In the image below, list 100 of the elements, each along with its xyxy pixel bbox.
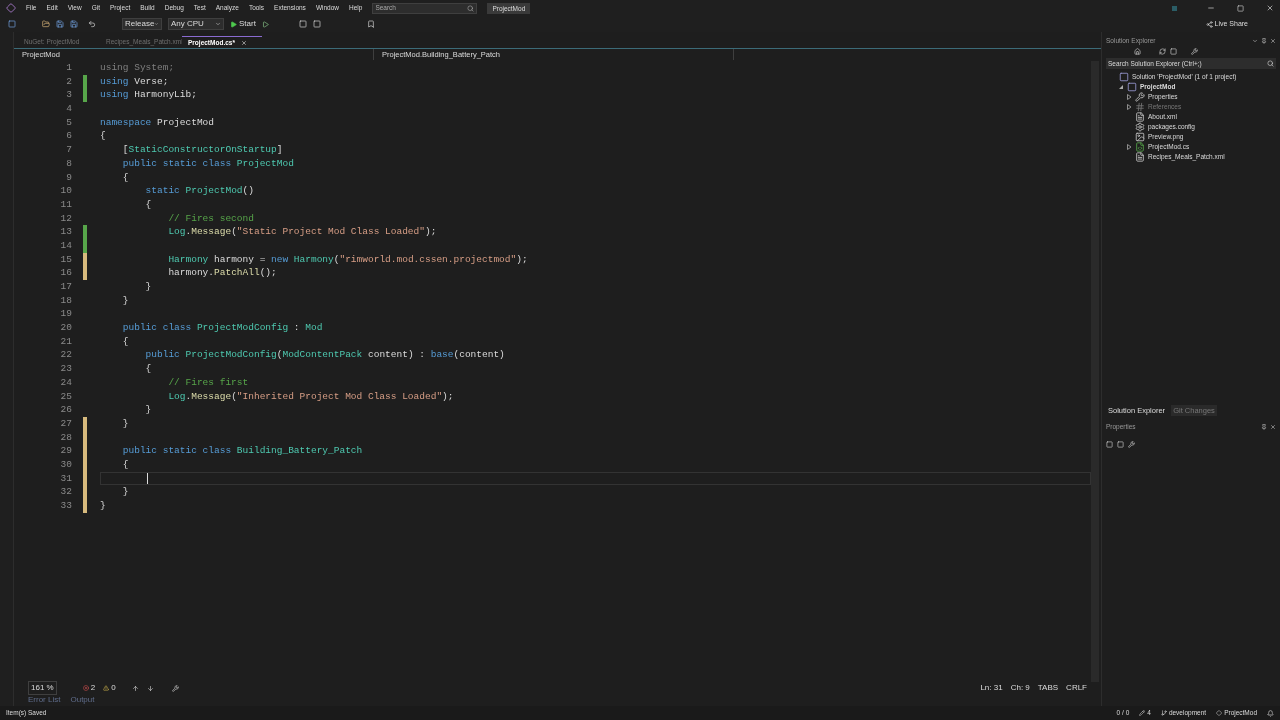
repository-icon [1216, 710, 1223, 716]
code-token: () [242, 184, 254, 198]
line-indicator[interactable]: Ln: 31 [980, 682, 1003, 694]
warning-icon [103, 685, 110, 691]
code-token: ); [425, 225, 437, 239]
home-icon[interactable] [1134, 48, 1141, 55]
line-number: 5 [66, 115, 72, 130]
wrench-icon [1135, 92, 1145, 102]
branch-icon [1160, 710, 1167, 716]
code-token: ModContentPack [282, 348, 363, 363]
line-number: 19 [60, 307, 72, 322]
save-icon[interactable] [56, 20, 64, 28]
line-number: 30 [60, 457, 72, 472]
code-token: public class [121, 321, 192, 335]
close-icon[interactable] [1270, 424, 1276, 430]
code-token: ] [276, 143, 283, 157]
line-number: 6 [66, 129, 72, 144]
save-all-icon[interactable] [70, 20, 78, 28]
code-token: PatchAll [214, 266, 260, 280]
code-token: } [144, 280, 152, 294]
line-ending-indicator[interactable]: CRLF [1066, 682, 1087, 694]
indent-indicator[interactable]: TABS [1037, 682, 1059, 694]
line-number: 4 [66, 102, 72, 116]
platform-dropdown[interactable]: Any CPU [168, 18, 224, 30]
code-token: "rimworld.mod.cssen.projectmod" [339, 252, 517, 267]
arrow-up-icon[interactable] [131, 684, 139, 692]
search-icon [467, 4, 475, 12]
undo-icon[interactable] [88, 20, 96, 28]
line-number: 31 [60, 471, 72, 486]
app-logo-icon [6, 3, 16, 13]
project-icon [1127, 82, 1137, 92]
bookmark-icon[interactable] [366, 20, 375, 28]
collapsed-arrow-icon[interactable] [1126, 94, 1132, 100]
code-token: { [100, 129, 106, 144]
start-button[interactable]: Start [230, 18, 256, 30]
code-token: . [185, 389, 192, 404]
code-token: { [144, 362, 152, 376]
file-icon [1135, 112, 1145, 122]
run-without-debug-icon[interactable] [261, 20, 269, 28]
warning-count[interactable]: 0 [111, 682, 116, 694]
code-token: Building_Battery_Patch [235, 444, 363, 458]
dropdown-icon[interactable] [1252, 37, 1258, 44]
caret-icon [154, 21, 159, 27]
image-file-icon [1135, 132, 1145, 142]
code-token: Message [191, 225, 232, 239]
close-icon[interactable] [1270, 37, 1276, 44]
code-token: harmony. [167, 266, 215, 280]
code-token: Log [167, 389, 186, 404]
notification-icon[interactable] [1267, 709, 1274, 717]
code-token: { [121, 334, 129, 349]
code-token: ( [231, 225, 237, 239]
code-token: Verse; [133, 74, 169, 89]
line-number: 28 [60, 430, 72, 445]
code-token: ); [442, 389, 454, 404]
code-token: namespace [100, 115, 152, 130]
code-token: using [100, 74, 129, 89]
line-number: 2 [66, 74, 72, 89]
column-indicator[interactable]: Ch: 9 [1010, 682, 1030, 694]
line-number: 33 [60, 499, 72, 513]
minimize-icon[interactable] [1207, 4, 1215, 12]
line-number: 3 [66, 88, 72, 103]
close-tab-icon[interactable] [240, 39, 247, 46]
close-icon[interactable] [1266, 4, 1274, 12]
pin-icon[interactable] [1261, 424, 1267, 430]
code-token: } [121, 416, 129, 431]
line-number: 1 [66, 61, 72, 75]
code-token: Harmony [167, 252, 209, 267]
zoom-dropdown[interactable]: 161 % [28, 681, 57, 695]
line-number: 23 [60, 362, 72, 376]
wrench-icon[interactable] [1128, 440, 1135, 448]
code-token: [ [121, 143, 129, 157]
expanded-arrow-icon[interactable] [1118, 84, 1124, 90]
code-token: } [100, 499, 106, 513]
code-token: ProjectModConfig [195, 321, 289, 335]
line-number: 21 [60, 334, 72, 349]
code-token: harmony = [213, 252, 267, 267]
code-token: "Static Project Mod Class Loaded" [236, 225, 425, 239]
code-token: (content) [453, 348, 505, 363]
folder-icon[interactable] [42, 20, 50, 28]
arrow-down-icon[interactable] [146, 684, 154, 692]
share-icon [1205, 20, 1213, 28]
collapsed-arrow-icon[interactable] [1126, 104, 1132, 110]
code-token: new [271, 252, 289, 267]
code-token: { [144, 197, 152, 212]
search-icon [1267, 60, 1274, 67]
code-token: ( [231, 389, 237, 404]
maximize-icon[interactable] [1237, 4, 1244, 12]
code-token: } [144, 403, 152, 417]
file-icon [1135, 152, 1145, 162]
pin-icon[interactable] [1261, 37, 1267, 44]
error-count[interactable]: 2 [90, 682, 96, 694]
refresh-icon[interactable] [1159, 48, 1166, 55]
line-number: 13 [60, 225, 72, 239]
wrench-icon[interactable] [1191, 48, 1198, 55]
line-number: 8 [66, 156, 72, 171]
collapsed-arrow-icon[interactable] [1126, 144, 1132, 150]
code-token: : [292, 321, 301, 335]
pencil-icon [1139, 710, 1146, 716]
line-number: 20 [60, 321, 72, 335]
configuration-dropdown[interactable]: Release [122, 18, 162, 30]
